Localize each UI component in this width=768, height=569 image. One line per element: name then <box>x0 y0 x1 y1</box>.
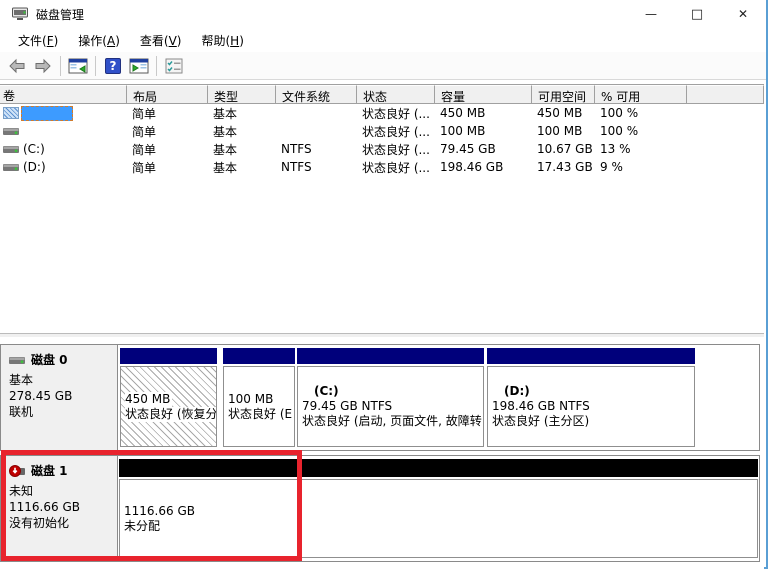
title-bar: 磁盘管理 — □ ✕ <box>0 0 766 28</box>
disk-1-status: 没有初始化 <box>9 515 111 531</box>
disk-1-graph: 1116.66 GB 未分配 <box>118 456 759 561</box>
column-header-volume[interactable]: 卷 <box>0 85 127 104</box>
partition-d[interactable]: (D:) 198.46 GB NTFS 状态良好 (主分区) <box>487 348 695 447</box>
partition-recovery[interactable]: 450 MB 状态良好 (恢复分 <box>120 348 217 447</box>
forward-arrow-icon[interactable] <box>30 54 56 78</box>
svg-text:?: ? <box>110 59 117 73</box>
close-button[interactable]: ✕ <box>720 0 766 28</box>
column-header-layout[interactable]: 布局 <box>127 85 208 104</box>
drive-icon <box>9 353 25 367</box>
table-row-volume-recovery[interactable]: 简单 基本 状态良好 (... 450 MB 450 MB 100 % <box>0 104 764 122</box>
column-header-filesystem[interactable]: 文件系统 <box>276 85 357 104</box>
menu-action[interactable]: 操作(A) <box>68 29 130 52</box>
selected-volume-highlight <box>21 106 73 121</box>
show-console-tree-icon[interactable] <box>65 54 91 78</box>
unallocated-space[interactable]: 1116.66 GB 未分配 <box>119 459 758 558</box>
disk-1-info-panel[interactable]: 磁盘 1 未知 1116.66 GB 没有初始化 <box>1 456 118 561</box>
table-row-volume-system[interactable]: 简单 基本 状态良好 (... 100 MB 100 MB 100 % <box>0 122 764 140</box>
hatched-volume-icon <box>3 107 19 119</box>
disk-0-info-panel[interactable]: 磁盘 0 基本 278.45 GB 联机 <box>1 345 118 450</box>
disk-0-size: 278.45 GB <box>9 388 111 404</box>
toolbar: ? <box>0 52 766 80</box>
table-row-volume-d[interactable]: (D:) 简单 基本 NTFS 状态良好 (... 198.46 GB 17.4… <box>0 158 764 176</box>
volume-table-header: 卷 布局 类型 文件系统 状态 容量 可用空间 % 可用 <box>0 84 764 104</box>
disk-1-name: 磁盘 1 <box>31 462 68 479</box>
menu-help[interactable]: 帮助(H) <box>191 29 253 52</box>
disk-error-icon <box>9 464 25 478</box>
app-icon <box>12 7 28 21</box>
menu-file[interactable]: 文件(F) <box>8 29 68 52</box>
primary-partition-bar <box>223 348 295 364</box>
disk-0-status: 联机 <box>9 404 111 420</box>
menu-view[interactable]: 查看(V) <box>130 29 192 52</box>
back-arrow-icon[interactable] <box>4 54 30 78</box>
drive-icon <box>3 160 19 174</box>
column-header-type[interactable]: 类型 <box>208 85 276 104</box>
column-header-status[interactable]: 状态 <box>357 85 435 104</box>
column-header-pctfree[interactable]: % 可用 <box>595 85 687 104</box>
toolbar-separator <box>95 56 96 76</box>
primary-partition-bar <box>297 348 484 364</box>
table-row-volume-c[interactable]: (C:) 简单 基本 NTFS 状态良好 (... 79.45 GB 10.67… <box>0 140 764 158</box>
disk-row-0: 磁盘 0 基本 278.45 GB 联机 450 MB 状态良好 (恢复分 10… <box>0 344 760 451</box>
volume-list-pane: 卷 布局 类型 文件系统 状态 容量 可用空间 % 可用 简单 基本 状态良好 … <box>0 84 764 333</box>
disk-row-1: 磁盘 1 未知 1116.66 GB 没有初始化 1116.66 GB 未分配 <box>0 455 760 562</box>
show-action-pane-icon[interactable] <box>126 54 152 78</box>
column-header-freespace[interactable]: 可用空间 <box>532 85 595 104</box>
unallocated-bar <box>119 459 758 477</box>
primary-partition-bar <box>487 348 695 364</box>
disk-1-type: 未知 <box>9 483 111 499</box>
disk-0-graph: 450 MB 状态良好 (恢复分 100 MB 状态良好 (E (C:) 79.… <box>118 345 759 450</box>
properties-list-icon[interactable] <box>161 54 187 78</box>
column-header-blank <box>687 85 764 104</box>
window-title: 磁盘管理 <box>36 6 84 23</box>
maximize-button[interactable]: □ <box>674 0 720 28</box>
minimize-button[interactable]: — <box>628 0 674 28</box>
drive-icon <box>3 124 19 138</box>
partition-c[interactable]: (C:) 79.45 GB NTFS 状态良好 (启动, 页面文件, 故障转 <box>297 348 484 447</box>
help-icon[interactable]: ? <box>100 54 126 78</box>
disk-management-window: { "window": { "title": "磁盘管理", "controls… <box>0 0 768 569</box>
primary-partition-bar <box>120 348 217 364</box>
toolbar-separator <box>156 56 157 76</box>
drive-icon <box>3 142 19 156</box>
partition-efi[interactable]: 100 MB 状态良好 (E <box>223 348 295 447</box>
disk-graphical-pane: 磁盘 0 基本 278.45 GB 联机 450 MB 状态良好 (恢复分 10… <box>0 337 764 569</box>
menu-bar: 文件(F) 操作(A) 查看(V) 帮助(H) <box>0 28 766 52</box>
toolbar-separator <box>60 56 61 76</box>
column-header-capacity[interactable]: 容量 <box>435 85 532 104</box>
disk-0-type: 基本 <box>9 372 111 388</box>
disk-0-name: 磁盘 0 <box>31 351 68 368</box>
disk-1-size: 1116.66 GB <box>9 499 111 515</box>
